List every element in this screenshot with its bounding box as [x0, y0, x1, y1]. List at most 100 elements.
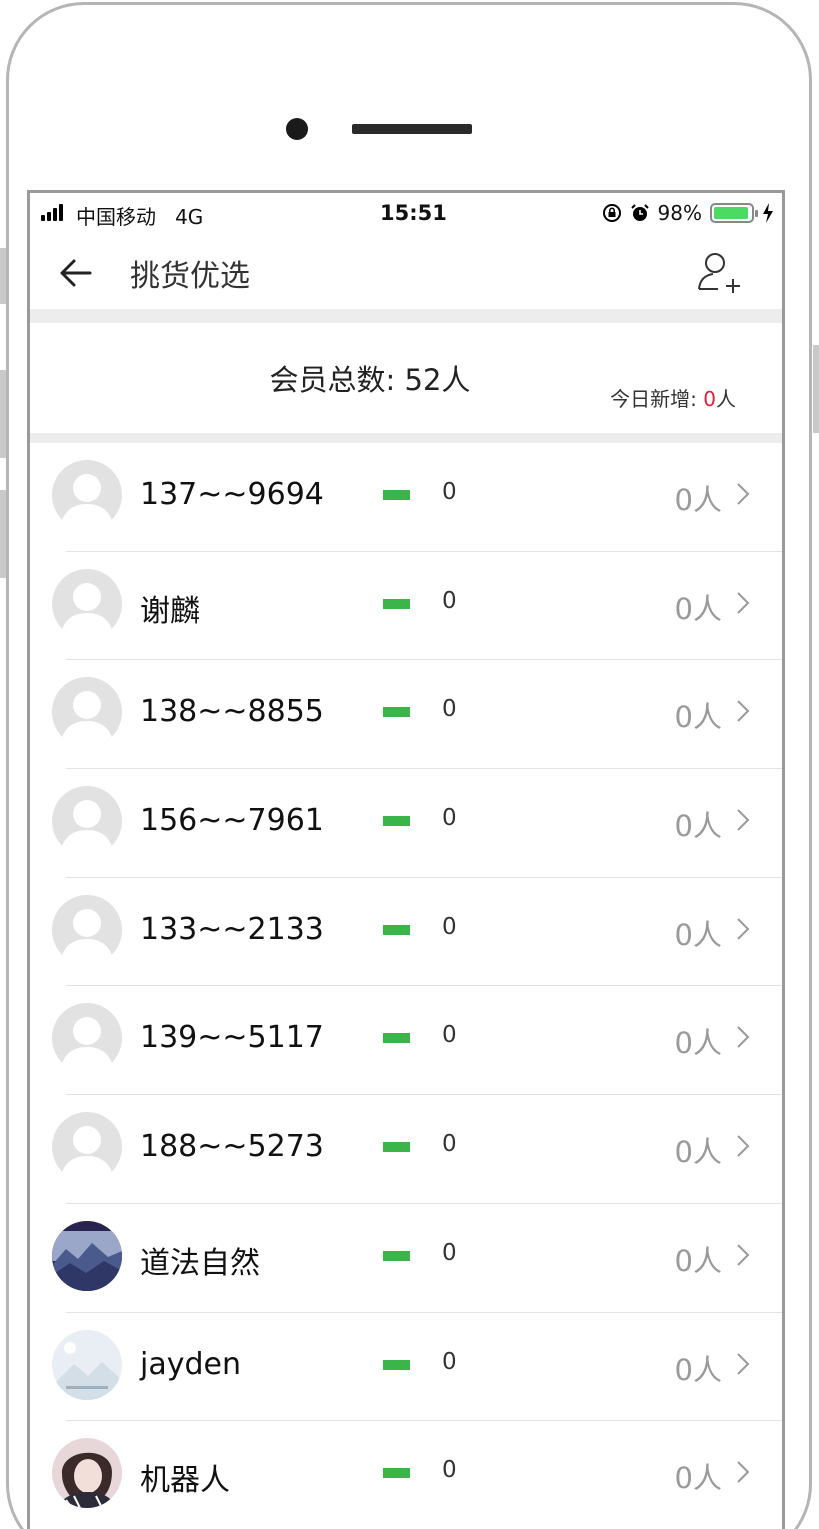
chevron-right-icon	[737, 1135, 750, 1157]
member-count: 0	[442, 479, 457, 505]
side-button	[813, 345, 819, 433]
member-people: 0人	[674, 1461, 722, 1496]
chevron-right-icon	[737, 809, 750, 831]
avatar	[52, 894, 122, 965]
member-row[interactable]: 188~~5273 0 0人	[30, 1095, 782, 1204]
add-user-icon[interactable]	[696, 249, 746, 295]
member-people: 0人	[674, 1243, 722, 1278]
today-new-unit: 人	[716, 387, 736, 411]
avatar	[52, 460, 122, 530]
level-bar-icon	[383, 490, 410, 500]
battery-icon	[710, 203, 758, 223]
network-type: 4G	[175, 205, 204, 229]
avatar	[52, 1003, 122, 1074]
screen: 中国移动 4G 15:51 98% 挑货优选 会员总数: 52人 今日新增: 0…	[27, 190, 785, 1529]
level-bar-icon	[383, 1142, 410, 1153]
level-bar-icon	[383, 1033, 410, 1044]
status-right: 98%	[602, 201, 774, 225]
member-name: jayden	[140, 1346, 241, 1382]
member-row[interactable]: 机器人 0 0人	[30, 1421, 782, 1529]
member-people: 0人	[674, 700, 722, 735]
member-people: 0人	[674, 483, 722, 517]
member-count: 0	[442, 696, 457, 723]
member-row[interactable]: 156~~7961 0 0人	[30, 769, 782, 878]
level-bar-icon	[383, 1359, 410, 1370]
member-count: 0	[442, 1022, 457, 1049]
arrow-left-icon[interactable]	[56, 253, 96, 293]
member-count: 0	[442, 587, 457, 614]
chevron-right-icon	[737, 1461, 750, 1483]
page-title: 挑货优选	[130, 259, 250, 294]
chevron-right-icon	[737, 1352, 750, 1375]
level-bar-icon	[383, 1250, 410, 1261]
member-row[interactable]: 谢麟 0 0人	[30, 552, 782, 661]
member-row[interactable]: 道法自然 0 0人	[30, 1204, 782, 1313]
level-bar-icon	[383, 707, 410, 718]
carrier-name: 中国移动	[76, 205, 156, 229]
member-people: 0人	[674, 1135, 722, 1170]
chevron-right-icon	[737, 591, 750, 614]
member-count: 0	[442, 1457, 457, 1484]
charging-icon	[763, 203, 773, 223]
nav-header: 挑货优选	[30, 235, 782, 309]
member-row[interactable]: 139~~5117 0 0人	[30, 986, 782, 1096]
chevron-right-icon	[737, 918, 750, 940]
avatar	[52, 786, 122, 857]
today-new: 今日新增: 0人	[610, 383, 736, 412]
carrier: 中国移动 4G	[76, 201, 203, 230]
member-count: 0	[442, 1348, 457, 1375]
today-new-label: 今日新增:	[610, 387, 704, 411]
clock: 15:51	[380, 201, 447, 225]
member-count: 0	[442, 913, 457, 940]
member-name: 139~~5117	[140, 1020, 324, 1056]
member-name: 156~~7961	[140, 803, 324, 839]
member-name: 谢麟	[140, 593, 200, 629]
level-bar-icon	[383, 816, 410, 827]
level-bar-icon	[383, 924, 410, 935]
avatar	[52, 1329, 122, 1400]
level-bar-icon	[383, 598, 410, 609]
member-people: 0人	[674, 591, 722, 626]
member-people: 0人	[674, 1352, 722, 1387]
alarm-icon	[630, 204, 649, 221]
member-name: 道法自然	[140, 1245, 260, 1281]
chevron-right-icon	[737, 700, 750, 723]
member-people: 0人	[674, 917, 722, 952]
member-name: 188~~5273	[140, 1129, 324, 1165]
avatar	[52, 1112, 122, 1183]
member-total: 会员总数: 52人	[269, 363, 471, 397]
member-row[interactable]: 137~~9694 0 0人	[30, 443, 782, 552]
avatar	[52, 1438, 122, 1509]
speaker	[352, 124, 472, 134]
member-name: 机器人	[140, 1463, 230, 1499]
chevron-right-icon	[737, 483, 750, 505]
member-row[interactable]: jayden 0 0人	[30, 1313, 782, 1422]
camera	[286, 118, 308, 140]
avatar	[52, 568, 122, 639]
section-gap	[30, 309, 782, 323]
status-bar: 中国移动 4G 15:51 98%	[30, 193, 782, 235]
avatar	[52, 1220, 122, 1291]
member-name: 133~~2133	[140, 911, 324, 947]
section-gap	[30, 433, 782, 443]
member-people: 0人	[674, 809, 722, 844]
chevron-right-icon	[737, 1026, 750, 1049]
battery-percent: 98%	[657, 201, 702, 225]
signal-icon	[41, 204, 63, 221]
level-bar-icon	[383, 1468, 410, 1479]
member-count: 0	[442, 1239, 457, 1266]
member-row[interactable]: 133~~2133 0 0人	[30, 878, 782, 987]
member-list: 137~~9694 0 0人 谢麟 0 0人 138~~8855 0 0人 156~~7961 0 0…	[30, 443, 782, 1529]
side-button	[0, 370, 6, 458]
side-button	[0, 248, 6, 304]
member-name: 137~~9694	[140, 477, 324, 512]
avatar	[52, 677, 122, 748]
member-row[interactable]: 138~~8855 0 0人	[30, 660, 782, 770]
side-button	[0, 490, 6, 578]
member-name: 138~~8855	[140, 694, 324, 730]
today-new-count: 0	[703, 387, 716, 411]
chevron-right-icon	[737, 1244, 750, 1266]
member-people: 0人	[674, 1026, 722, 1061]
rotation-lock-icon	[602, 204, 621, 222]
member-summary: 会员总数: 52人 今日新增: 0人	[30, 323, 782, 433]
